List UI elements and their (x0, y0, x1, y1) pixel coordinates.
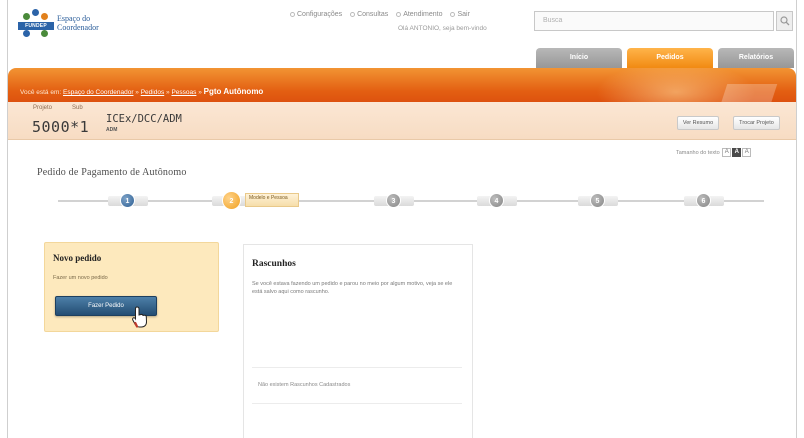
logo-title: Espaço do Coordenador (57, 14, 99, 32)
top-link-queries[interactable]: Consultas (350, 11, 388, 18)
page-title: Pedido de Pagamento de Autônomo (37, 167, 187, 178)
breadcrumb-link-orders[interactable]: Pedidos (141, 89, 165, 96)
font-size-label: Tamanho do texto (676, 149, 720, 156)
breadcrumb: Você está em: Espaço do Coordenador » Pe… (20, 87, 264, 96)
drafts-empty-message: Não existem Rascunhos Cadastrados (258, 382, 351, 388)
project-label: Projeto (33, 105, 53, 111)
new-order-title: Novo pedido (53, 253, 102, 263)
search-icon (350, 11, 356, 17)
top-link-settings[interactable]: Configurações (290, 11, 342, 18)
top-link-support[interactable]: Atendimento (396, 11, 443, 18)
breadcrumb-prefix: Você está em: (20, 89, 62, 96)
breadcrumb-current: Pgto Autônomo (203, 87, 264, 96)
breadcrumb-link-people[interactable]: Pessoas (171, 89, 196, 96)
search-input[interactable]: Busca (534, 11, 774, 31)
font-size-control: Tamanho do texto AAA (676, 148, 752, 157)
drafts-title: Rascunhos (252, 259, 296, 269)
font-size-small[interactable]: A (722, 148, 732, 157)
change-project-button[interactable]: Trocar Projeto (733, 116, 780, 130)
drafts-divider (252, 367, 462, 368)
logo[interactable]: FUNDEP Espaço do Coordenador (18, 8, 128, 40)
project-unit: ICEx/DCC/ADM (106, 113, 182, 125)
step-6[interactable]: 6 (684, 190, 724, 212)
tab-orders[interactable]: Pedidos (627, 48, 713, 68)
sub-label: Sub (72, 105, 83, 111)
user-greeting: Olá ANTONIO, seja bem-vindo (398, 25, 487, 32)
step-2[interactable]: 2 (212, 190, 252, 212)
font-size-large[interactable]: A (742, 148, 752, 157)
step-1[interactable]: 1 (108, 190, 148, 212)
tab-home[interactable]: Início (536, 48, 622, 68)
font-size-medium[interactable]: A (732, 148, 742, 157)
breadcrumb-link-home[interactable]: Espaço do Coordenador (63, 89, 133, 96)
top-links: Configurações Consultas Atendimento Sair (290, 11, 476, 18)
step-3[interactable]: 3 (374, 190, 414, 212)
project-unit-sub: ADM (106, 127, 118, 133)
drafts-panel: Rascunhos Se você estava fazendo um pedi… (243, 244, 473, 438)
project-number: 5000*1 (32, 118, 90, 136)
help-icon (396, 11, 402, 17)
new-order-text: Fazer um novo pedido (53, 275, 108, 281)
hand-cursor-icon (132, 306, 148, 328)
logo-wordmark: FUNDEP (18, 22, 54, 30)
gear-icon (290, 11, 295, 17)
logout-icon (450, 11, 456, 17)
search-button[interactable] (776, 11, 793, 31)
step-5[interactable]: 5 (578, 190, 618, 212)
top-link-logout[interactable]: Sair (450, 11, 470, 18)
tab-reports[interactable]: Relatórios (718, 48, 794, 68)
step-4[interactable]: 4 (477, 190, 517, 212)
search-icon (779, 16, 789, 26)
drafts-text: Se você estava fazendo um pedido e parou… (252, 281, 453, 295)
drafts-divider (252, 403, 462, 404)
view-summary-button[interactable]: Ver Resumo (677, 116, 719, 130)
step-2-label: Modelo e Pessoa (245, 193, 299, 207)
